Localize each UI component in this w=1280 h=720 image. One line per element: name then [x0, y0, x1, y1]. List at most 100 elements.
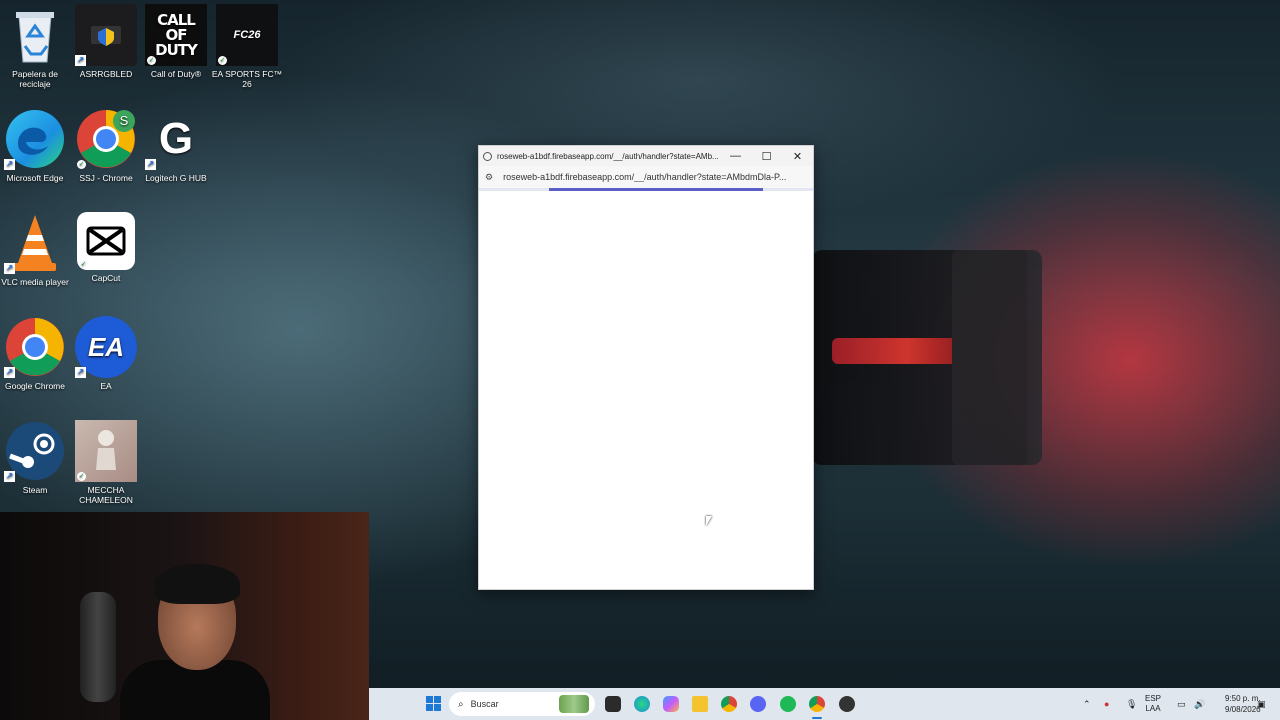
shortcut-arrow-icon: ↗ — [4, 263, 15, 274]
search-placeholder: Buscar — [470, 699, 499, 709]
desktop-icon-label: Steam — [22, 485, 48, 495]
loading-progress-bar — [479, 188, 813, 191]
show-hidden-icons-button[interactable]: ⌃ — [1083, 688, 1091, 720]
chrome-profile-taskbar-icon[interactable] — [809, 696, 825, 712]
desktop-icon-label: CapCut — [91, 273, 121, 283]
desktop-icon-recycle-bin[interactable]: Papelera de reciclaje — [0, 4, 71, 89]
file-explorer-icon[interactable] — [692, 696, 708, 712]
input-language[interactable]: ESP LAA — [1145, 694, 1161, 714]
desktop-icon-label: VLC media player — [1, 277, 69, 287]
start-icon — [426, 696, 433, 703]
desktop-icon-google-chrome[interactable]: ↗ Google Chrome — [0, 316, 71, 391]
desktop-icon-label: Logitech G HUB — [145, 173, 207, 183]
steam-icon: ↗ — [4, 420, 66, 482]
ea-fc26-icon: FC26 ✓ — [216, 4, 278, 66]
desktop-icon-logitech-ghub[interactable]: G ↗ Logitech G HUB — [140, 108, 212, 183]
wallpaper-race-car — [812, 250, 1042, 465]
chrome-icon[interactable] — [721, 696, 737, 712]
desktop-icon-label: MECCHA CHAMELEON — [79, 485, 133, 505]
edge-icon[interactable] — [634, 696, 650, 712]
desktop-icon-meccha-chameleon[interactable]: ✓ MECCHA CHAMELEON — [70, 420, 142, 505]
clock-time: 9:50 p. m. — [1225, 694, 1261, 703]
shortcut-arrow-icon: ↗ — [4, 367, 15, 378]
desktop-icon-capcut[interactable]: ✓ CapCut — [70, 212, 142, 283]
loading-progress-fill — [549, 188, 763, 191]
task-view-icon[interactable] — [605, 696, 621, 712]
desktop-icon-label: Microsoft Edge — [6, 173, 64, 183]
discord-icon[interactable] — [750, 696, 766, 712]
desktop-icon-label: Papelera de reciclaje — [12, 69, 58, 89]
ghub-logo-text: G — [158, 114, 194, 163]
sync-check-icon: ✓ — [77, 472, 86, 481]
active-app-indicator — [812, 717, 822, 719]
start-icon-tile — [426, 704, 433, 711]
desktop-icon-ea-fc26[interactable]: FC26 ✓ EA SPORTS FC™ 26 — [211, 4, 283, 89]
notifications-icon[interactable]: ▣ — [1257, 688, 1266, 720]
popup-title-bar[interactable]: roseweb-a1bdf.firebaseapp.com/__/auth/ha… — [479, 146, 813, 166]
streamer-hair — [154, 564, 240, 604]
logitech-ghub-icon: G ↗ — [145, 108, 207, 170]
popup-url: roseweb-a1bdf.firebaseapp.com/__/auth/ha… — [503, 172, 787, 182]
close-button[interactable]: ✕ — [782, 146, 813, 166]
system-clock[interactable]: 9:50 p. m. 9/08/2026 — [1225, 693, 1261, 715]
minimize-button[interactable]: — — [720, 146, 751, 166]
desktop-icon-label: EA — [100, 381, 112, 391]
copilot-icon[interactable] — [663, 696, 679, 712]
site-settings-icon[interactable]: ⚙ — [485, 172, 493, 183]
desktop-icon-ssj-chrome[interactable]: S ✓ SSJ - Chrome — [70, 108, 142, 183]
webcam-overlay — [0, 512, 369, 720]
unknown-app-icon[interactable] — [839, 696, 855, 712]
desktop-icon-label: EA SPORTS FC™ 26 — [211, 69, 283, 89]
desktop-icon-steam[interactable]: ↗ Steam — [0, 420, 71, 495]
clock-date: 9/08/2026 — [1225, 705, 1261, 714]
recycle-bin-icon — [4, 4, 66, 66]
sync-check-icon: ✓ — [218, 56, 227, 65]
start-icon-tile — [434, 696, 441, 703]
search-icon: ⌕ — [458, 698, 464, 710]
chrome-profile-icon: S ✓ — [75, 108, 137, 170]
sync-check-icon: ✓ — [147, 56, 156, 65]
taskbar-search[interactable]: ⌕ Buscar — [449, 692, 595, 716]
desktop-icon-vlc[interactable]: ↗ VLC media player — [0, 212, 71, 287]
profile-badge: S — [113, 110, 135, 132]
shortcut-arrow-icon: ↗ — [75, 55, 86, 66]
search-highlight-image — [559, 695, 589, 713]
start-button[interactable] — [426, 696, 442, 712]
security-icon[interactable]: ● — [1104, 688, 1109, 720]
desktop-icon-asrrgbled[interactable]: ↗ ASRRGBLED — [70, 4, 142, 79]
capcut-icon: ✓ — [77, 212, 135, 270]
asrock-rgb-icon: ↗ — [75, 4, 137, 66]
meccha-chameleon-icon: ✓ — [75, 420, 137, 482]
address-bar[interactable]: ⚙ roseweb-a1bdf.firebaseapp.com/__/auth/… — [479, 166, 813, 188]
chrome-icon: ↗ — [4, 316, 66, 378]
shortcut-arrow-icon: ↗ — [145, 159, 156, 170]
shortcut-arrow-icon: ↗ — [75, 367, 86, 378]
mouse-cursor — [706, 516, 712, 526]
maximize-button[interactable]: ☐ — [751, 146, 782, 166]
sync-check-icon: ✓ — [77, 160, 86, 169]
call-of-duty-icon: CALL OF DUTY ✓ — [145, 4, 207, 66]
ea-icon: EA ↗ — [75, 316, 137, 378]
edge-icon: ↗ — [4, 108, 66, 170]
sync-check-icon: ✓ — [79, 260, 88, 269]
language-code: ESP — [1145, 694, 1162, 703]
desktop-icon-label: SSJ - Chrome — [79, 173, 133, 183]
network-icon[interactable]: ▭ — [1177, 688, 1186, 720]
desktop-icon-call-of-duty[interactable]: CALL OF DUTY ✓ Call of Duty® — [140, 4, 212, 79]
desktop-icon-microsoft-edge[interactable]: ↗ Microsoft Edge — [0, 108, 71, 183]
desktop-icon-label: ASRRGBLED — [79, 69, 133, 79]
popup-title: roseweb-a1bdf.firebaseapp.com/__/auth/ha… — [497, 151, 719, 161]
ea-logo-text: EA — [87, 332, 125, 362]
spotify-icon[interactable] — [780, 696, 796, 712]
microphone — [80, 592, 116, 702]
microphone-icon[interactable]: 🎙 — [1126, 688, 1137, 720]
desktop-icon-ea[interactable]: EA ↗ EA — [70, 316, 142, 391]
keyboard-layout: LAA — [1145, 704, 1161, 713]
auth-popup-window[interactable]: roseweb-a1bdf.firebaseapp.com/__/auth/ha… — [478, 145, 814, 590]
volume-icon[interactable]: 🔊 — [1194, 688, 1205, 720]
globe-icon — [483, 151, 492, 161]
shortcut-arrow-icon: ↗ — [4, 159, 15, 170]
popup-content — [479, 191, 813, 586]
desktop-icon-label: Google Chrome — [4, 381, 65, 391]
fc26-logo-text: FC26 — [233, 29, 261, 41]
